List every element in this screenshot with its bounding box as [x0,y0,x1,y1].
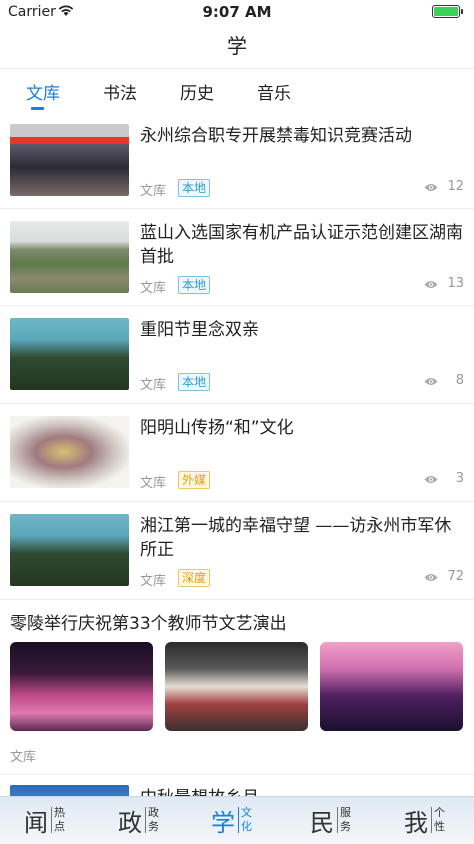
list-item[interactable]: 阳明山传扬“和”文化 文库 外媒 3 [0,404,474,502]
article-title: 蓝山入选国家有机产品认证示范创建区湖南首批 [140,223,463,267]
tabbar-item-min[interactable]: 民 服务 [310,797,370,844]
article-tag: 本地 [178,276,211,294]
article-source: 文库 [140,574,167,589]
tabbar-item-wo[interactable]: 我 个性 [404,797,464,844]
tabbar-divider [431,807,432,833]
article-thumbnail [10,416,129,488]
active-tab-indicator [31,107,44,110]
article-tag: 深度 [178,569,211,587]
view-count: 12 [447,179,464,194]
tabbar-item-xue[interactable]: 学 文化 [211,797,271,844]
article-source: 文库 [140,476,167,491]
eye-icon [424,476,438,483]
tabbar-big-char: 政 [118,809,142,837]
gallery-source: 文库 [10,750,37,765]
tabbar-big-char: 闻 [24,809,48,837]
category-tabs: 文库 书法 历史 音乐 [0,68,474,113]
clock: 9:07 AM [202,3,272,21]
tabbar-divider [51,807,52,833]
article-title: 阳明山传扬“和”文化 [140,418,294,438]
tabbar-small-label: 服务 [340,806,351,833]
tabbar-big-char: 民 [310,809,334,837]
page-title: 学 [227,34,247,58]
article-source: 文库 [140,281,167,296]
tab-lishi[interactable]: 历史 [180,79,214,104]
article-thumbnail [10,221,129,293]
view-count: 3 [455,471,464,486]
tabbar-divider [337,807,338,833]
tabbar-small-label: 政务 [148,806,159,833]
tab-wenku[interactable]: 文库 [26,79,60,104]
article-thumbnail [10,124,129,196]
tabbar-big-char: 学 [211,809,235,837]
tabbar-item-wen[interactable]: 闻 热点 [24,797,84,844]
list-item[interactable]: 永州综合职专开展禁毒知识竞赛活动 文库 本地 12 [0,112,474,209]
article-source: 文库 [140,184,167,199]
article-tag: 外媒 [178,471,211,489]
bottom-tab-bar: 闻 热点 政 政务 学 文化 民 服务 我 个性 [0,796,474,844]
article-title: 湘江第一城的幸福守望 ——访永州市军休所正 [140,516,452,560]
tabbar-divider [145,807,146,833]
gallery-image [165,642,308,731]
battery-icon [432,5,463,18]
tab-yinyue[interactable]: 音乐 [257,79,291,104]
article-tag: 本地 [178,373,211,391]
view-count: 8 [455,373,464,388]
article-thumbnail [10,514,129,586]
tab-shufa[interactable]: 书法 [103,79,137,104]
eye-icon [424,281,438,288]
tabbar-big-char: 我 [404,809,428,837]
tabbar-small-label: 热点 [54,806,65,833]
view-count: 72 [447,569,464,584]
gallery-image [320,642,463,731]
list-item[interactable]: 湘江第一城的幸福守望 ——访永州市军休所正 文库 深度 72 [0,502,474,600]
status-bar: Carrier 9:07 AM [0,0,474,24]
article-title: 永州综合职专开展禁毒知识竞赛活动 [140,126,412,146]
tabbar-small-label: 文化 [241,806,252,833]
tabbar-small-label: 个性 [434,806,445,833]
gallery-title: 零陵举行庆祝第33个教师节文艺演出 [10,614,287,634]
article-thumbnail [10,318,129,390]
article-source: 文库 [140,378,167,393]
tabbar-item-zheng[interactable]: 政 政务 [118,797,178,844]
eye-icon [424,378,438,385]
list-item[interactable]: 重阳节里念双亲 文库 本地 8 [0,306,474,404]
article-title: 重阳节里念双亲 [140,320,259,340]
view-count: 13 [447,276,464,291]
eye-icon [424,184,438,191]
article-tag: 本地 [178,179,211,197]
gallery-item[interactable]: 零陵举行庆祝第33个教师节文艺演出 文库 [0,600,474,775]
gallery-image [10,642,153,731]
tabbar-divider [238,807,239,833]
eye-icon [424,574,438,581]
list-item[interactable]: 蓝山入选国家有机产品认证示范创建区湖南首批 文库 本地 13 [0,209,474,306]
